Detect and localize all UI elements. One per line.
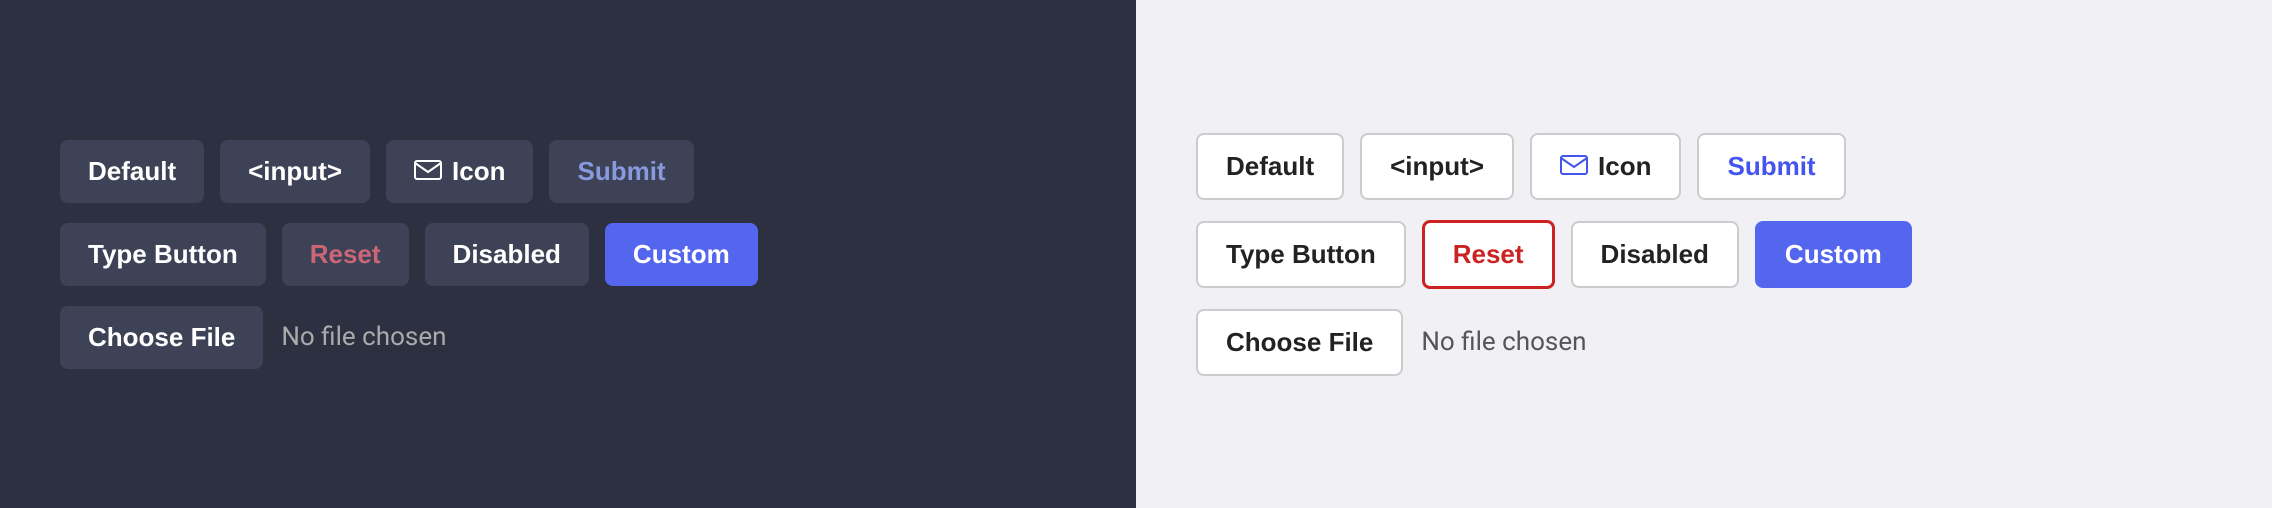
dark-reset-button[interactable]: Reset (282, 223, 409, 286)
dark-file-row: Choose File No file chosen (60, 306, 446, 369)
light-input-label: <input> (1390, 151, 1484, 182)
dark-choose-file-button[interactable]: Choose File (60, 306, 263, 369)
dark-custom-label: Custom (633, 239, 730, 270)
light-default-button[interactable]: Default (1196, 133, 1344, 200)
light-row-2: Type Button Reset Disabled Custom (1196, 220, 1912, 289)
light-no-file-text: No file chosen (1421, 327, 1586, 357)
light-submit-label: Submit (1727, 151, 1815, 182)
light-disabled-label: Disabled (1601, 239, 1709, 270)
dark-custom-button[interactable]: Custom (605, 223, 758, 286)
dark-disabled-label: Disabled (453, 239, 561, 270)
dark-row-2: Type Button Reset Disabled Custom (60, 223, 758, 286)
light-custom-button[interactable]: Custom (1755, 221, 1912, 288)
light-default-label: Default (1226, 151, 1314, 182)
envelope-icon-light (1560, 151, 1588, 182)
dark-typebutton-label: Type Button (88, 239, 238, 270)
dark-reset-label: Reset (310, 239, 381, 270)
dark-default-button[interactable]: Default (60, 140, 204, 203)
light-typebutton-button[interactable]: Type Button (1196, 221, 1406, 288)
light-panel: Default <input> Icon Submit Type Button … (1136, 0, 2272, 508)
dark-no-file-text: No file chosen (281, 322, 446, 352)
light-icon-button[interactable]: Icon (1530, 133, 1681, 200)
light-submit-button[interactable]: Submit (1697, 133, 1845, 200)
dark-choose-file-label: Choose File (88, 322, 235, 352)
light-disabled-button[interactable]: Disabled (1571, 221, 1739, 288)
light-reset-button[interactable]: Reset (1422, 220, 1555, 289)
light-reset-label: Reset (1453, 239, 1524, 270)
envelope-icon (414, 156, 442, 187)
dark-row-1: Default <input> Icon Submit (60, 140, 694, 203)
dark-panel: Default <input> Icon Submit Type Button … (0, 0, 1136, 508)
dark-submit-label: Submit (577, 156, 665, 187)
light-input-button[interactable]: <input> (1360, 133, 1514, 200)
dark-icon-label: Icon (452, 156, 505, 187)
dark-input-label: <input> (248, 156, 342, 187)
light-custom-label: Custom (1785, 239, 1882, 270)
light-row-1: Default <input> Icon Submit (1196, 133, 1846, 200)
light-file-row: Choose File No file chosen (1196, 309, 1586, 376)
dark-submit-button[interactable]: Submit (549, 140, 693, 203)
light-choose-file-button[interactable]: Choose File (1196, 309, 1403, 376)
dark-default-label: Default (88, 156, 176, 187)
light-typebutton-label: Type Button (1226, 239, 1376, 270)
light-icon-label: Icon (1598, 151, 1651, 182)
dark-disabled-button[interactable]: Disabled (425, 223, 589, 286)
dark-typebutton-button[interactable]: Type Button (60, 223, 266, 286)
dark-input-button[interactable]: <input> (220, 140, 370, 203)
dark-icon-button[interactable]: Icon (386, 140, 533, 203)
light-choose-file-label: Choose File (1226, 327, 1373, 357)
